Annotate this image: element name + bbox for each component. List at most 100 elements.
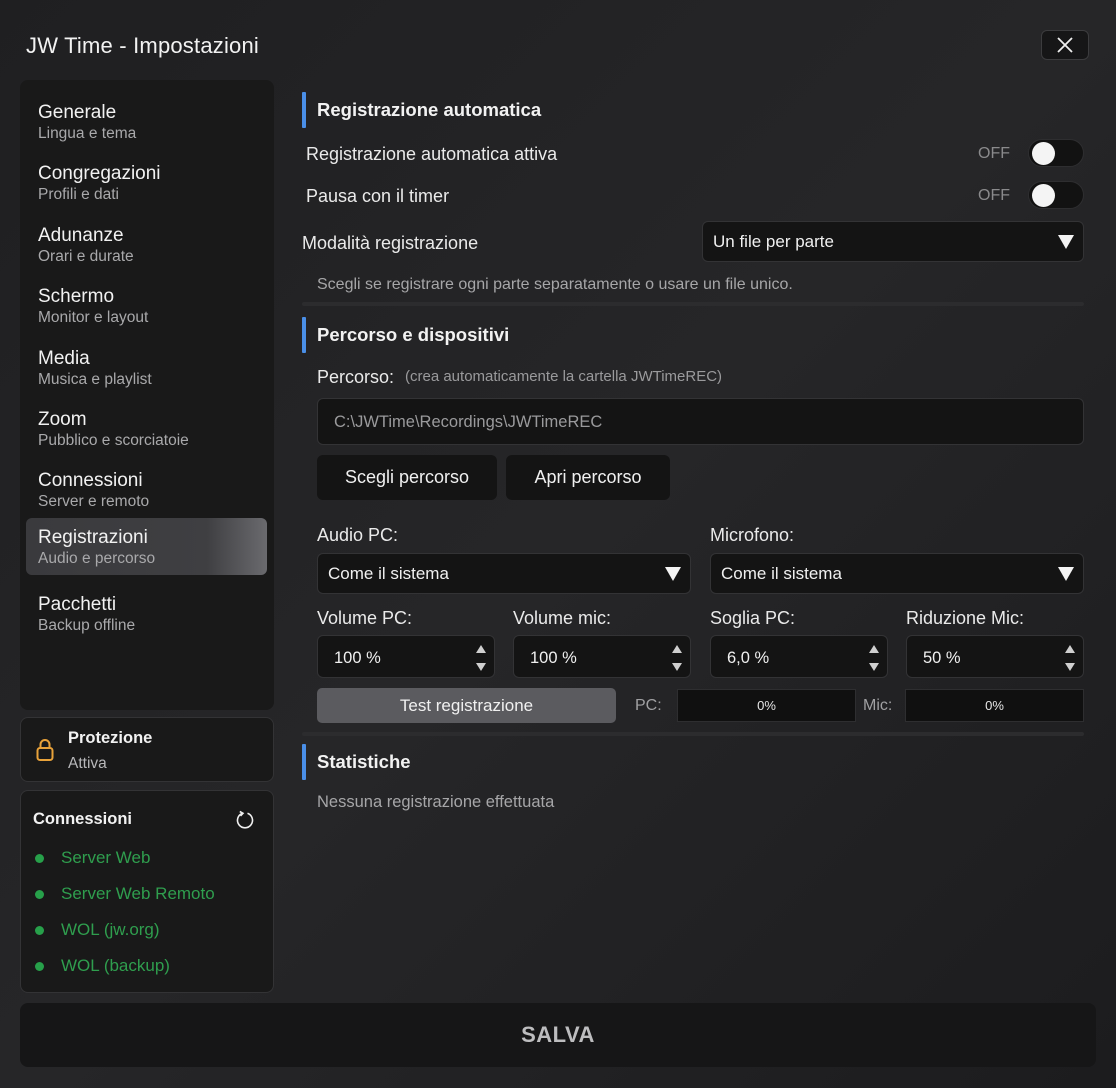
- sidebar-item-title: Media: [38, 348, 90, 369]
- sidebar-item-connessioni[interactable]: Connessioni Server e remoto: [26, 461, 267, 518]
- sidebar-item-schermo[interactable]: Schermo Monitor e layout: [26, 277, 267, 334]
- volume-mic-value: 100 %: [530, 649, 577, 667]
- sidebar-item-subtitle: Monitor e layout: [38, 309, 149, 326]
- section-title: Percorso e dispositivi: [317, 324, 510, 345]
- sidebar-item-subtitle: Backup offline: [38, 617, 136, 634]
- sidebar-item-generale[interactable]: Generale Lingua e tema: [26, 93, 267, 150]
- lock-icon: [36, 739, 54, 761]
- refresh-icon[interactable]: [234, 809, 256, 831]
- stats-empty-text: Nessuna registrazione effettuata: [317, 793, 555, 811]
- protection-status: Attiva: [68, 755, 107, 772]
- open-path-button[interactable]: Apri percorso: [506, 455, 670, 500]
- protection-title: Protezione: [68, 729, 153, 747]
- connection-wol-backup: WOL (backup): [35, 956, 170, 976]
- window-title: JW Time - Impostazioni: [26, 33, 260, 58]
- connections-panel: Connessioni Server Web Server Web Remoto…: [20, 790, 274, 993]
- mode-select-value: Un file per parte: [713, 231, 834, 251]
- sidebar-item-title: Registrazioni: [38, 527, 148, 548]
- spin-up-icon[interactable]: [672, 645, 682, 653]
- mic-reduction-value: 50 %: [923, 649, 961, 667]
- sidebar: Generale Lingua e tema Congregazioni Pro…: [20, 80, 274, 710]
- sidebar-item-subtitle: Profili e dati: [38, 186, 119, 203]
- threshold-pc-spinbox[interactable]: 6,0 %: [710, 635, 888, 678]
- toggle-knob: [1032, 184, 1055, 207]
- spin-up-icon[interactable]: [1065, 645, 1075, 653]
- pause-timer-toggle[interactable]: [1028, 181, 1084, 209]
- section-auto-recording: Registrazione automatica: [302, 92, 541, 128]
- sidebar-item-subtitle: Musica e playlist: [38, 371, 152, 388]
- close-button[interactable]: [1041, 30, 1089, 60]
- sidebar-item-subtitle: Orari e durate: [38, 248, 134, 265]
- pause-timer-label: Pausa con il timer: [306, 186, 450, 206]
- threshold-pc-label: Soglia PC:: [710, 608, 796, 628]
- section-accent-bar: [302, 744, 306, 780]
- spin-up-icon[interactable]: [869, 645, 879, 653]
- volume-mic-label: Volume mic:: [513, 608, 612, 628]
- auto-active-toggle[interactable]: [1028, 139, 1084, 167]
- sidebar-item-pacchetti[interactable]: Pacchetti Backup offline: [26, 585, 267, 642]
- sidebar-item-registrazioni[interactable]: Registrazioni Audio e percorso: [26, 518, 267, 575]
- divider: [302, 732, 1084, 736]
- test-recording-button[interactable]: Test registrazione: [317, 688, 616, 723]
- sidebar-item-subtitle: Audio e percorso: [38, 550, 156, 567]
- auto-active-label: Registrazione automatica attiva: [306, 144, 558, 164]
- threshold-pc-value: 6,0 %: [727, 649, 770, 667]
- dropdown-arrow-icon: [665, 566, 681, 581]
- section-path-devices: Percorso e dispositivi: [302, 317, 509, 353]
- status-dot-icon: [35, 889, 44, 899]
- sidebar-item-adunanze[interactable]: Adunanze Orari e durate: [26, 216, 267, 273]
- sidebar-item-congregazioni[interactable]: Congregazioni Profili e dati: [26, 154, 267, 211]
- mode-select[interactable]: Un file per parte: [702, 221, 1084, 262]
- path-field[interactable]: C:\JWTime\Recordings\JWTimeREC: [317, 398, 1084, 445]
- connection-label: Server Web Remoto: [61, 884, 215, 903]
- volume-mic-spinbox[interactable]: 100 %: [513, 635, 691, 678]
- volume-pc-spinbox[interactable]: 100 %: [317, 635, 495, 678]
- mic-level-meter: 0%: [905, 689, 1084, 722]
- sidebar-item-title: Adunanze: [38, 225, 124, 246]
- section-accent-bar: [302, 317, 306, 353]
- choose-path-button[interactable]: Scegli percorso: [317, 455, 497, 500]
- spin-down-icon[interactable]: [869, 663, 879, 671]
- path-hint: (crea automaticamente la cartella JWTime…: [405, 368, 723, 385]
- connection-label: Server Web: [61, 848, 151, 867]
- save-button[interactable]: SALVA: [20, 1003, 1096, 1067]
- connection-label: WOL (backup): [61, 956, 170, 975]
- mic-select[interactable]: Come il sistema: [710, 553, 1084, 594]
- audio-pc-select[interactable]: Come il sistema: [317, 553, 691, 594]
- connections-title: Connessioni: [33, 810, 133, 828]
- mic-reduction-spinbox[interactable]: 50 %: [906, 635, 1084, 678]
- connection-wol-jw: WOL (jw.org): [35, 920, 160, 940]
- sidebar-item-zoom[interactable]: Zoom Pubblico e scorciatoie: [26, 400, 267, 457]
- pause-timer-state: OFF: [978, 187, 1010, 204]
- volume-pc-value: 100 %: [334, 649, 381, 667]
- section-title: Statistiche: [317, 751, 411, 772]
- mode-hint: Scegli se registrare ogni parte separata…: [317, 276, 793, 293]
- mode-label: Modalità registrazione: [302, 233, 479, 253]
- spin-down-icon[interactable]: [672, 663, 682, 671]
- sidebar-item-title: Schermo: [38, 286, 115, 307]
- connection-server-web: Server Web: [35, 848, 150, 868]
- sidebar-item-media[interactable]: Media Musica e playlist: [26, 339, 267, 396]
- toggle-knob: [1032, 142, 1055, 165]
- sidebar-item-subtitle: Pubblico e scorciatoie: [38, 432, 189, 449]
- status-dot-icon: [35, 961, 44, 971]
- section-title: Registrazione automatica: [317, 99, 542, 120]
- section-stats: Statistiche: [302, 744, 411, 780]
- auto-active-state: OFF: [978, 145, 1010, 162]
- protection-panel[interactable]: Protezione Attiva: [20, 717, 274, 782]
- spin-up-icon[interactable]: [476, 645, 486, 653]
- status-dot-icon: [35, 925, 44, 935]
- dropdown-arrow-icon: [1058, 234, 1074, 249]
- pc-meter-label: PC:: [635, 697, 662, 714]
- audio-pc-label: Audio PC:: [317, 525, 399, 545]
- sidebar-item-subtitle: Server e remoto: [38, 493, 150, 510]
- mic-meter-label: Mic:: [863, 697, 893, 714]
- mic-reduction-label: Riduzione Mic:: [906, 608, 1025, 628]
- sidebar-item-title: Congregazioni: [38, 163, 161, 184]
- sidebar-item-subtitle: Lingua e tema: [38, 125, 137, 142]
- sidebar-item-title: Zoom: [38, 409, 87, 430]
- status-dot-icon: [35, 853, 44, 863]
- close-icon: [1057, 37, 1073, 53]
- spin-down-icon[interactable]: [476, 663, 486, 671]
- spin-down-icon[interactable]: [1065, 663, 1075, 671]
